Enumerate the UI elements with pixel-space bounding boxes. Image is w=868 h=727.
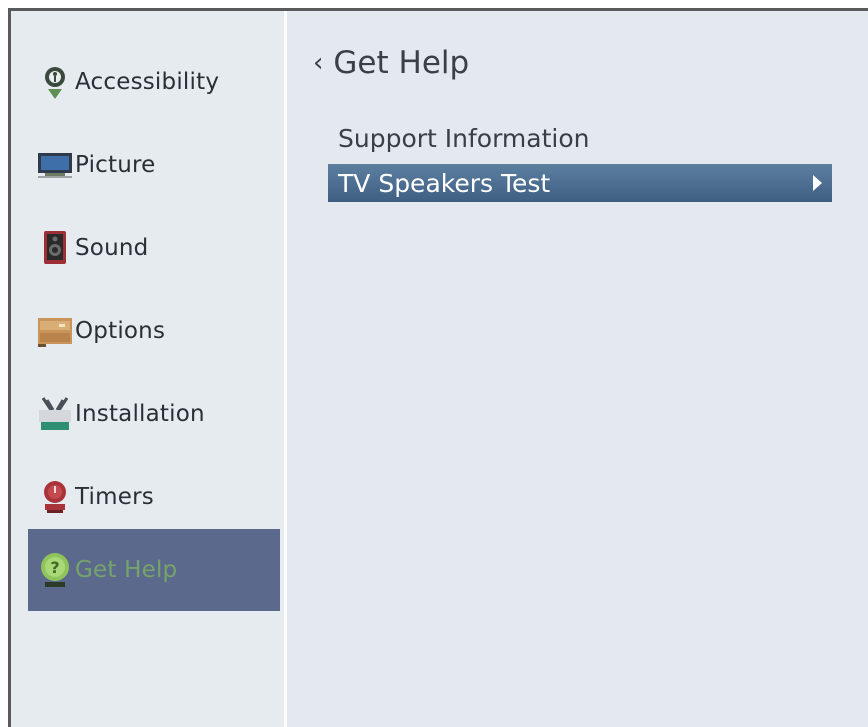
chevron-right-icon bbox=[813, 175, 822, 191]
accessibility-icon bbox=[37, 64, 73, 100]
options-icon bbox=[37, 313, 73, 349]
sidebar-item-timers[interactable]: Timers bbox=[28, 456, 280, 538]
back-button[interactable]: ‹ Get Help bbox=[313, 45, 469, 81]
sidebar-item-label: Get Help bbox=[75, 557, 178, 583]
tv-menu-window: Accessibility Picture Sound Options Inst… bbox=[8, 8, 868, 727]
sidebar-item-get-help[interactable]: ? Get Help bbox=[28, 529, 280, 611]
main-panel: ‹ Get Help Support Information TV Speake… bbox=[287, 11, 868, 727]
sidebar-item-installation[interactable]: Installation bbox=[28, 373, 280, 455]
chevron-left-icon: ‹ bbox=[313, 48, 324, 78]
menu-item-label: Support Information bbox=[338, 123, 590, 153]
sidebar-item-label: Installation bbox=[75, 401, 205, 427]
sound-icon bbox=[37, 230, 73, 266]
menu-item-label: TV Speakers Test bbox=[338, 168, 551, 198]
page-title: Get Help bbox=[333, 45, 470, 81]
installation-icon bbox=[37, 396, 73, 432]
picture-icon bbox=[37, 147, 73, 183]
timers-icon bbox=[37, 479, 73, 515]
sidebar-item-sound[interactable]: Sound bbox=[28, 207, 280, 289]
menu-item-support-information[interactable]: Support Information bbox=[328, 119, 832, 157]
sidebar-item-accessibility[interactable]: Accessibility bbox=[28, 41, 280, 123]
sidebar: Accessibility Picture Sound Options Inst… bbox=[11, 11, 287, 727]
sidebar-item-label: Timers bbox=[75, 484, 154, 510]
sidebar-item-label: Accessibility bbox=[75, 69, 220, 95]
sidebar-item-label: Sound bbox=[75, 235, 149, 261]
sidebar-item-label: Options bbox=[75, 318, 166, 344]
svg-text:?: ? bbox=[50, 558, 59, 577]
sidebar-item-label: Picture bbox=[75, 152, 156, 178]
help-icon: ? bbox=[37, 552, 73, 588]
sidebar-item-picture[interactable]: Picture bbox=[28, 124, 280, 206]
menu-item-tv-speakers-test[interactable]: TV Speakers Test bbox=[328, 164, 832, 202]
sidebar-item-options[interactable]: Options bbox=[28, 290, 280, 372]
